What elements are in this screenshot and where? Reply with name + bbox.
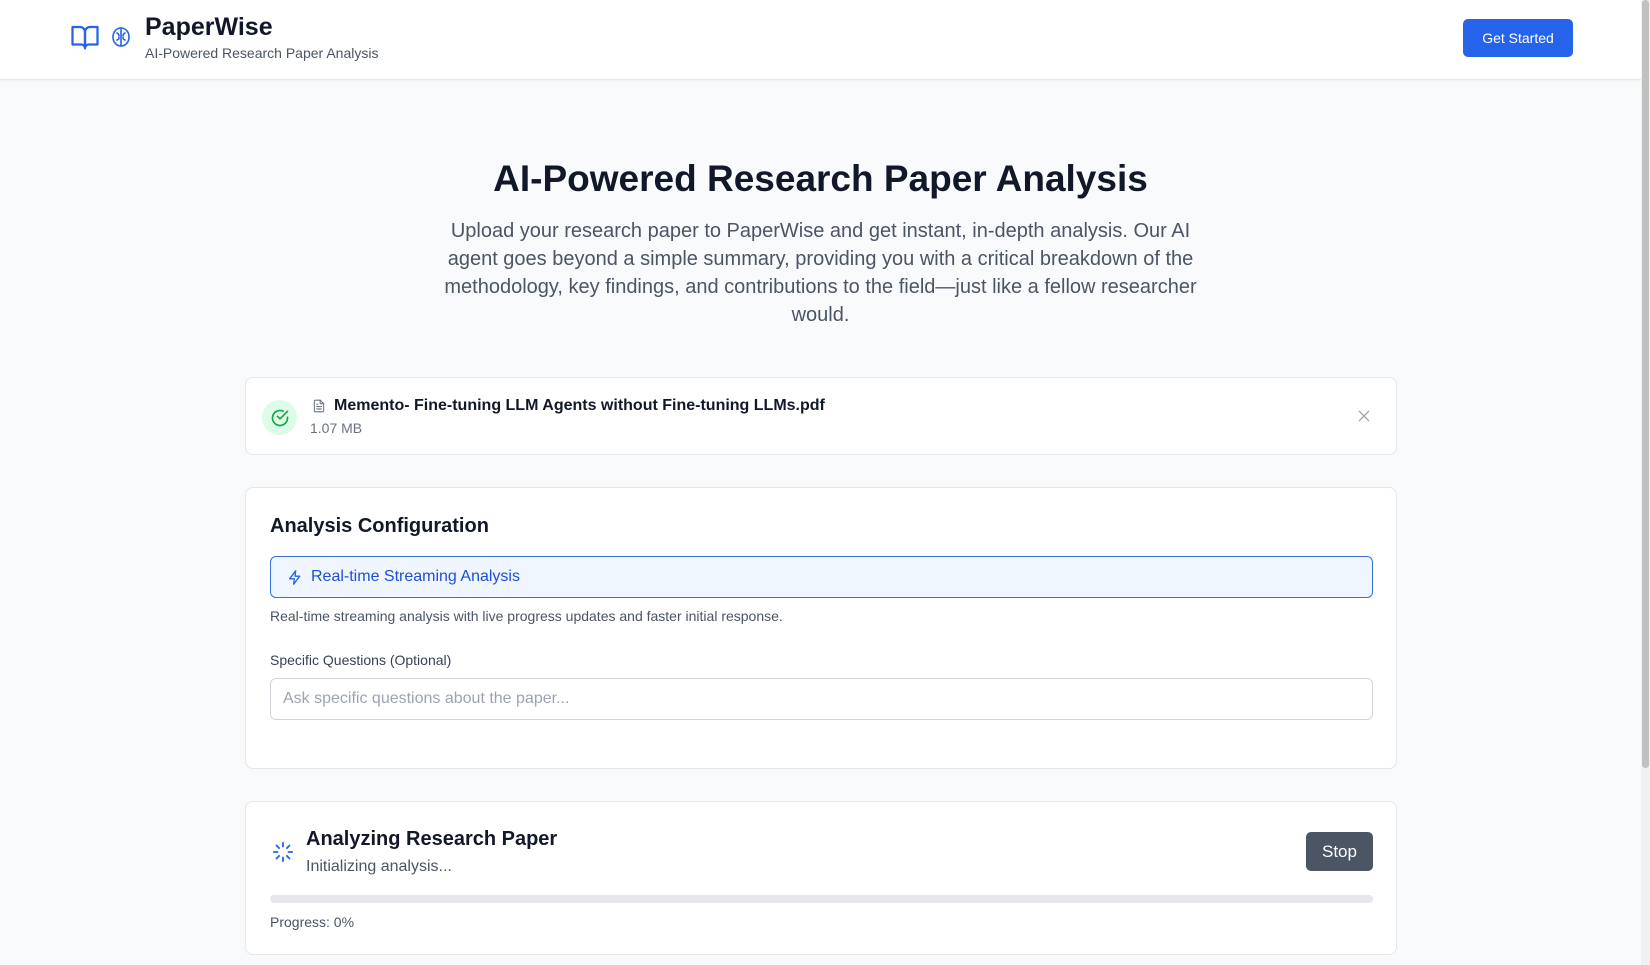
analysis-config-card: Analysis Configuration Real-time Streami…	[245, 487, 1397, 769]
file-text-icon	[312, 398, 326, 419]
book-open-icon	[69, 22, 101, 52]
loading-spinner-icon	[272, 841, 294, 868]
file-name: Memento- Fine-tuning LLM Agents without …	[334, 397, 825, 414]
progress-bar	[270, 895, 1373, 903]
questions-label: Specific Questions (Optional)	[270, 652, 452, 668]
questions-input[interactable]	[270, 678, 1373, 720]
progress-title: Analyzing Research Paper	[306, 828, 558, 850]
page-scrollbar[interactable]	[1641, 0, 1650, 965]
streaming-mode-option[interactable]: Real-time Streaming Analysis	[270, 556, 1373, 598]
lightning-icon	[287, 569, 303, 591]
mode-label: Real-time Streaming Analysis	[311, 568, 520, 585]
stop-button[interactable]: Stop	[1306, 832, 1373, 871]
file-size: 1.07 MB	[310, 420, 363, 436]
progress-text: Progress: 0%	[270, 914, 355, 930]
close-icon	[1358, 410, 1370, 422]
scrollbar-thumb[interactable]	[1642, 0, 1649, 768]
uploaded-file-card: Memento- Fine-tuning LLM Agents without …	[245, 377, 1397, 455]
config-title: Analysis Configuration	[270, 515, 489, 537]
mode-description: Real-time streaming analysis with live p…	[270, 608, 783, 624]
brand-subtitle: AI-Powered Research Paper Analysis	[145, 45, 379, 61]
analysis-progress-card: Analyzing Research Paper Initializing an…	[245, 801, 1397, 955]
get-started-button[interactable]: Get Started	[1463, 19, 1573, 57]
progress-status: Initializing analysis...	[306, 858, 452, 875]
page-title: AI-Powered Research Paper Analysis	[493, 158, 1148, 199]
hero-description: Upload your research paper to PaperWise …	[444, 220, 1197, 326]
brain-icon	[109, 24, 133, 50]
brand-name: PaperWise	[145, 13, 273, 41]
brand-logo	[69, 22, 133, 52]
remove-file-button[interactable]	[1353, 405, 1375, 427]
app-header: PaperWise AI-Powered Research Paper Anal…	[0, 0, 1641, 80]
check-circle-icon	[262, 400, 297, 435]
